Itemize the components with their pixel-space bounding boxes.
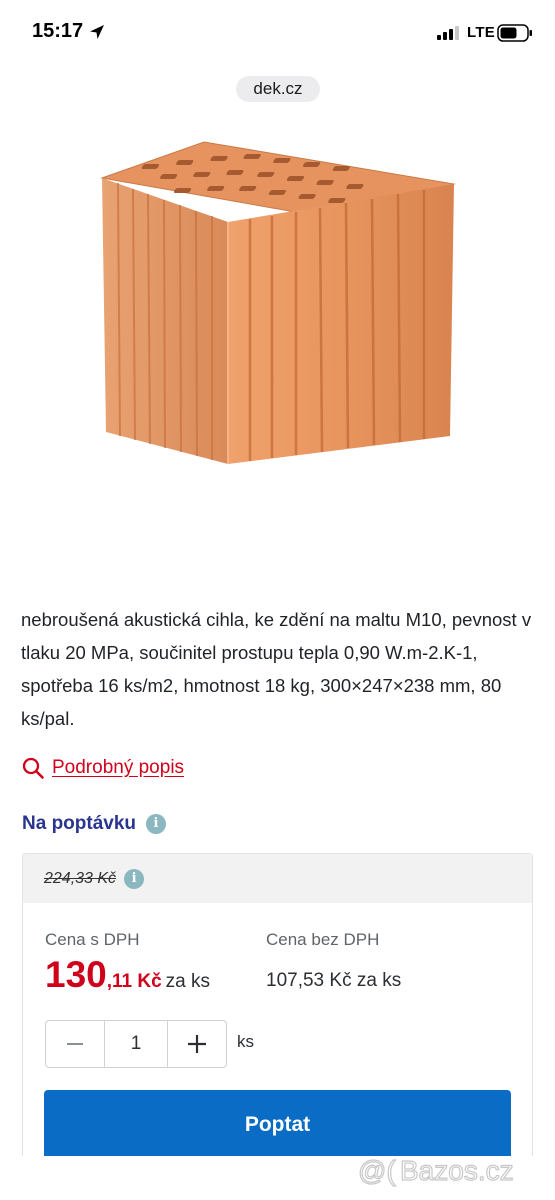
quantity-input[interactable]: 1 bbox=[104, 1021, 168, 1067]
price-novat-label: Cena bez DPH bbox=[266, 930, 380, 949]
battery-icon bbox=[497, 24, 532, 42]
availability-status: Na poptávku i bbox=[22, 813, 167, 835]
signal-icon bbox=[437, 26, 459, 40]
url-bar[interactable]: dek.cz bbox=[236, 76, 320, 102]
price-card-header: 224,33 Kč i bbox=[23, 854, 532, 903]
availability-label: Na poptávku bbox=[22, 813, 137, 834]
plus-icon bbox=[188, 1035, 206, 1053]
quantity-unit: ks bbox=[237, 1032, 254, 1051]
location-arrow-icon bbox=[90, 25, 104, 39]
price-with-vat: 130,11 Kč za ks bbox=[45, 954, 210, 996]
svg-text:Bazos.cz: Bazos.cz bbox=[400, 1155, 514, 1186]
increase-button[interactable] bbox=[168, 1021, 226, 1067]
decrease-button[interactable] bbox=[46, 1021, 104, 1067]
product-description: nebroušená akustická cihla, ke zdění na … bbox=[21, 609, 532, 729]
brick-image bbox=[100, 141, 456, 464]
price-integer: 130 bbox=[45, 954, 107, 995]
search-icon bbox=[22, 757, 44, 779]
price-decimal: ,11 Kč bbox=[106, 971, 162, 992]
old-price: 224,33 Kč bbox=[44, 869, 117, 887]
svg-text:@(: @( bbox=[358, 1155, 396, 1186]
status-time: 15:17 bbox=[32, 20, 84, 42]
price-without-vat: 107,53 Kč za ks bbox=[266, 970, 402, 991]
quantity-stepper: 1 bbox=[45, 1020, 227, 1068]
price-unit-suffix: za ks bbox=[165, 971, 211, 992]
price-vat-label: Cena s DPH bbox=[45, 930, 140, 949]
bazos-watermark: @( Bazos.cz bbox=[357, 1154, 514, 1186]
detail-description-link[interactable]: Podrobný popis bbox=[22, 754, 184, 782]
info-icon[interactable]: i bbox=[124, 868, 145, 889]
network-type: LTE bbox=[467, 24, 496, 41]
status-bar: 15:17 LTE bbox=[0, 0, 555, 66]
price-card: 224,33 Kč i Cena s DPH Cena bez DPH 130,… bbox=[22, 853, 533, 1173]
minus-icon bbox=[67, 1043, 83, 1045]
info-icon[interactable]: i bbox=[146, 814, 167, 834]
detail-link-label: Podrobný popis bbox=[52, 757, 185, 778]
